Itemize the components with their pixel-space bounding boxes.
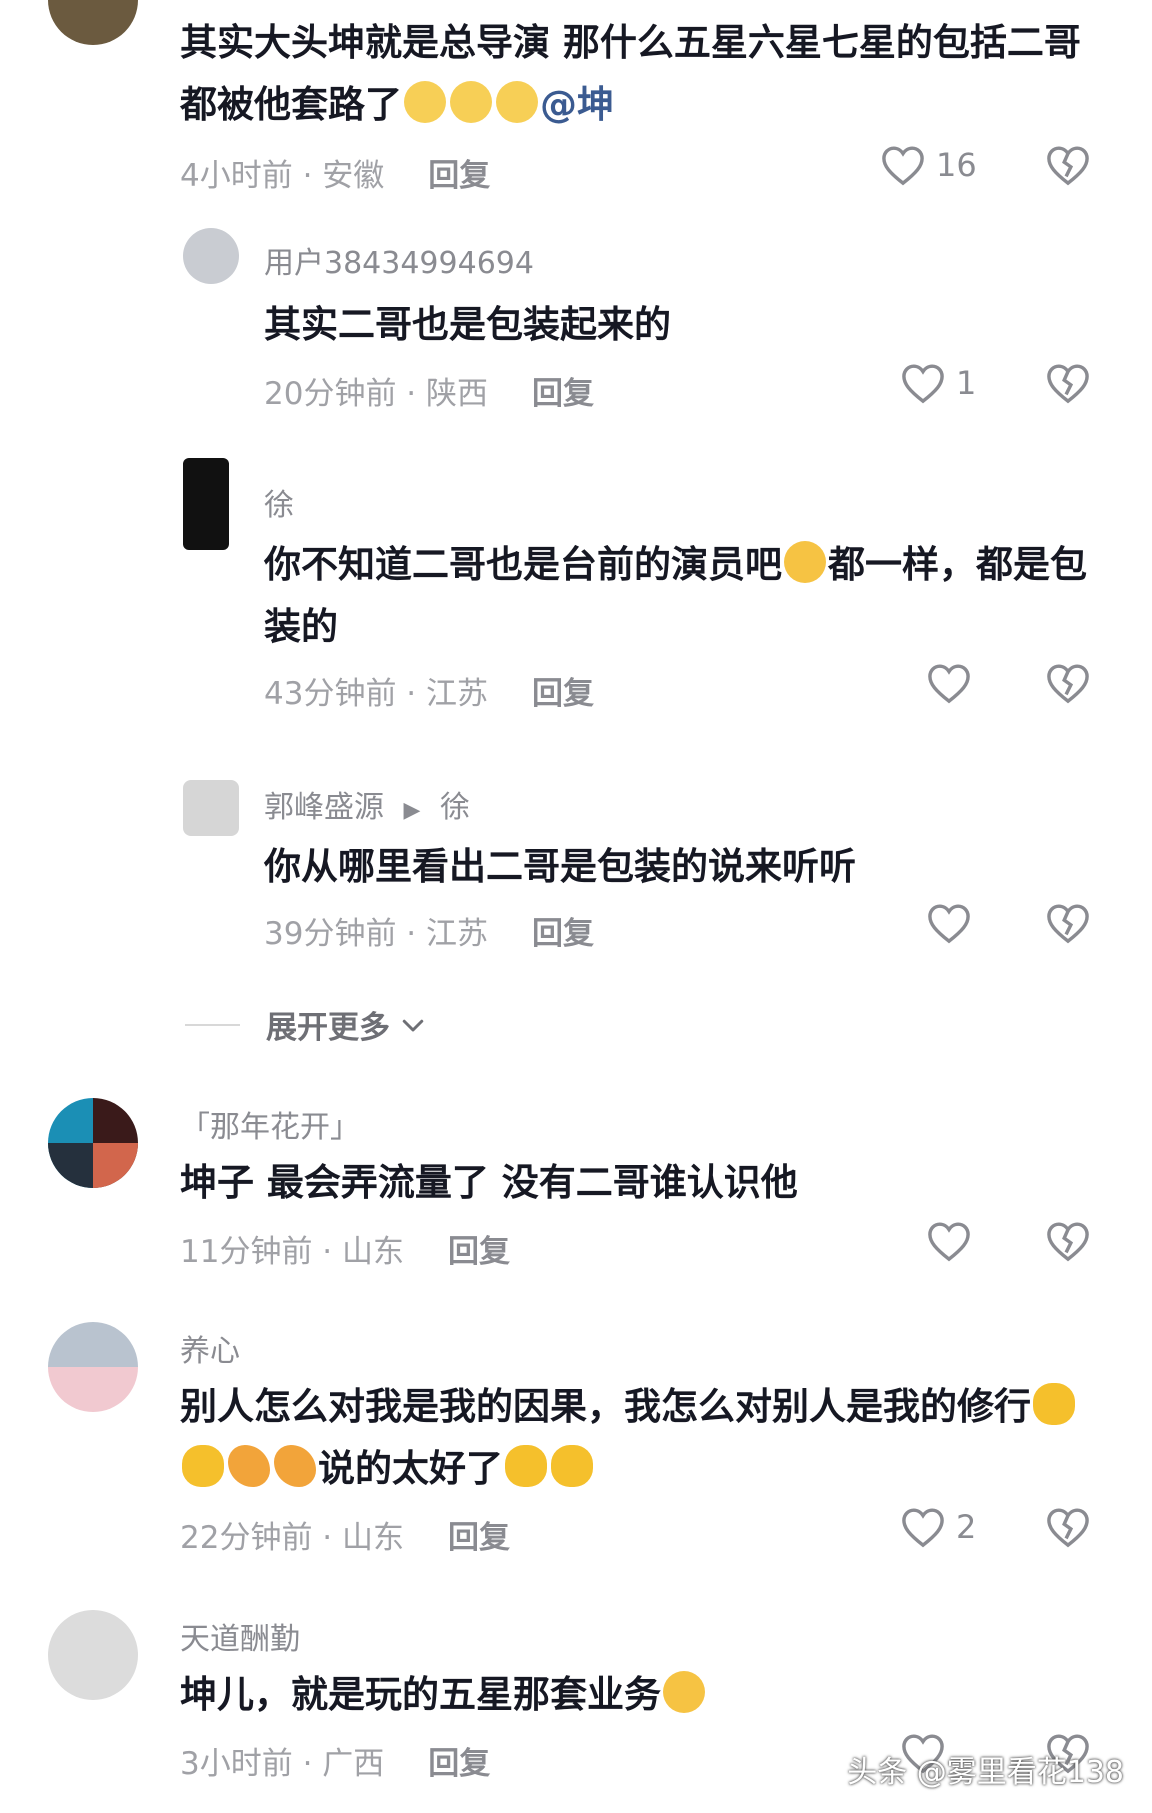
avatar[interactable] (183, 228, 239, 284)
heart-icon (928, 1222, 970, 1262)
comment-location: 山东 (342, 1234, 405, 1270)
heart-icon (928, 664, 970, 704)
divider (185, 1023, 240, 1026)
crying-laugh-emoji-icon (496, 81, 538, 123)
reply-button[interactable]: 回复 (532, 916, 594, 952)
broken-heart-icon[interactable] (1045, 1220, 1091, 1262)
like-button[interactable]: 16 (880, 144, 977, 186)
username[interactable]: 郭峰盛源 ▶ 徐 (264, 782, 470, 826)
reply-button[interactable]: 回复 (428, 158, 490, 194)
broken-heart-icon[interactable] (1045, 362, 1091, 404)
broken-heart-icon[interactable] (1045, 902, 1091, 944)
clapping-hands-emoji-icon (505, 1445, 547, 1487)
comment-meta: 39分钟前 · 江苏 回复 (264, 908, 594, 953)
like-button[interactable]: 2 (900, 1506, 976, 1548)
comment-location: 江苏 (426, 676, 489, 712)
like-button[interactable] (926, 902, 972, 944)
reply-button[interactable]: 回复 (448, 1520, 510, 1556)
reply-button[interactable]: 回复 (532, 676, 594, 712)
broken-heart-icon[interactable] (1045, 1506, 1091, 1548)
avatar[interactable] (48, 1322, 138, 1412)
broken-heart-icon[interactable] (1045, 144, 1091, 186)
expand-label: 展开更多 (266, 1010, 390, 1046)
comment-time: 4小时前 (180, 158, 293, 194)
comment-text: 你从哪里看出二哥是包装的说来听听 (264, 845, 856, 888)
clapping-hands-emoji-icon (182, 1445, 224, 1487)
comment-time: 22分钟前 (180, 1520, 313, 1556)
comment-text: 坤儿，就是玩的五星那套业务 (180, 1664, 1110, 1726)
comment-meta: 4小时前 · 安徽 回复 (180, 150, 490, 195)
meta-separator: · (396, 676, 427, 712)
comment-location: 广西 (322, 1746, 385, 1782)
avatar[interactable] (183, 780, 239, 836)
like-button[interactable] (926, 1220, 972, 1262)
broken-heart-icon[interactable] (1045, 662, 1091, 704)
comment-text: 其实二哥也是包装起来的 (264, 303, 671, 346)
comment-time: 20分钟前 (264, 376, 397, 412)
avatar[interactable] (48, 1098, 138, 1188)
comment-meta: 43分钟前 · 江苏 回复 (264, 668, 594, 713)
username[interactable]: 「那年花开」 (180, 1102, 360, 1146)
heart-icon (928, 904, 970, 944)
like-count: 16 (936, 146, 977, 184)
reply-button[interactable]: 回复 (428, 1746, 490, 1782)
comment-location: 安徽 (322, 158, 385, 194)
comment-meta: 20分钟前 · 陕西 回复 (264, 368, 594, 413)
meta-separator: · (396, 376, 427, 412)
avatar[interactable] (48, 0, 138, 45)
like-button[interactable]: 1 (900, 362, 976, 404)
comment-meta: 22分钟前 · 山东 回复 (180, 1512, 510, 1557)
mention-link[interactable]: @坤 (540, 83, 614, 126)
crying-laugh-emoji-icon (450, 81, 492, 123)
meta-separator: · (312, 1520, 343, 1556)
comment-text: 别人怎么对我是我的因果，我怎么对别人是我的修行说的太好了 (180, 1376, 1110, 1500)
username[interactable]: 养心 (180, 1326, 240, 1370)
heart-icon (882, 146, 924, 186)
watermark: 头条 @雾里看花138 (847, 1755, 1124, 1790)
username[interactable]: 天道酬勤 (180, 1614, 300, 1658)
meta-separator: · (396, 916, 427, 952)
comment-time: 3小时前 (180, 1746, 293, 1782)
grin-emoji-icon (784, 541, 826, 583)
heart-icon (902, 1508, 944, 1548)
username[interactable]: 用户38434994694 (264, 238, 534, 282)
comment-time: 39分钟前 (264, 916, 397, 952)
crying-laugh-emoji-icon (404, 81, 446, 123)
avatar[interactable] (48, 1610, 138, 1700)
meta-separator: · (312, 1234, 343, 1270)
meta-separator: · (292, 1746, 323, 1782)
thumbs-up-emoji-icon (274, 1445, 316, 1487)
reply-button[interactable]: 回复 (532, 376, 594, 412)
comment-location: 山东 (342, 1520, 405, 1556)
like-button[interactable] (926, 662, 972, 704)
comment-time: 43分钟前 (264, 676, 397, 712)
avatar[interactable] (183, 458, 229, 550)
clapping-hands-emoji-icon (551, 1445, 593, 1487)
comment-text: 你不知道二哥也是台前的演员吧 都一样，都是包装的 (264, 541, 1087, 648)
comment-text: 其实大头坤就是总导演 那什么五星六星七星的包括二哥都被他套路了 @坤 (180, 21, 1081, 126)
comment-time: 11分钟前 (180, 1234, 313, 1270)
thumbs-up-emoji-icon (228, 1445, 270, 1487)
like-count: 1 (956, 364, 977, 402)
clapping-hands-emoji-icon (1033, 1383, 1075, 1425)
reply-button[interactable]: 回复 (448, 1234, 510, 1270)
comment-meta: 3小时前 · 广西 回复 (180, 1738, 490, 1783)
chevron-down-icon (402, 1019, 424, 1031)
meta-separator: · (292, 158, 323, 194)
comment-text: 坤子 最会弄流量了 没有二哥谁认识他 (180, 1161, 798, 1204)
grin-emoji-icon (663, 1671, 705, 1713)
heart-icon (902, 364, 944, 404)
comment-location: 江苏 (426, 916, 489, 952)
expand-replies-button[interactable]: 展开更多 (185, 1002, 430, 1047)
comment-meta: 11分钟前 · 山东 回复 (180, 1226, 510, 1271)
username[interactable]: 徐 (264, 480, 294, 524)
like-count: 2 (956, 1508, 977, 1546)
reply-arrow-icon: ▶ (403, 798, 421, 823)
comment-location: 陕西 (426, 376, 489, 412)
